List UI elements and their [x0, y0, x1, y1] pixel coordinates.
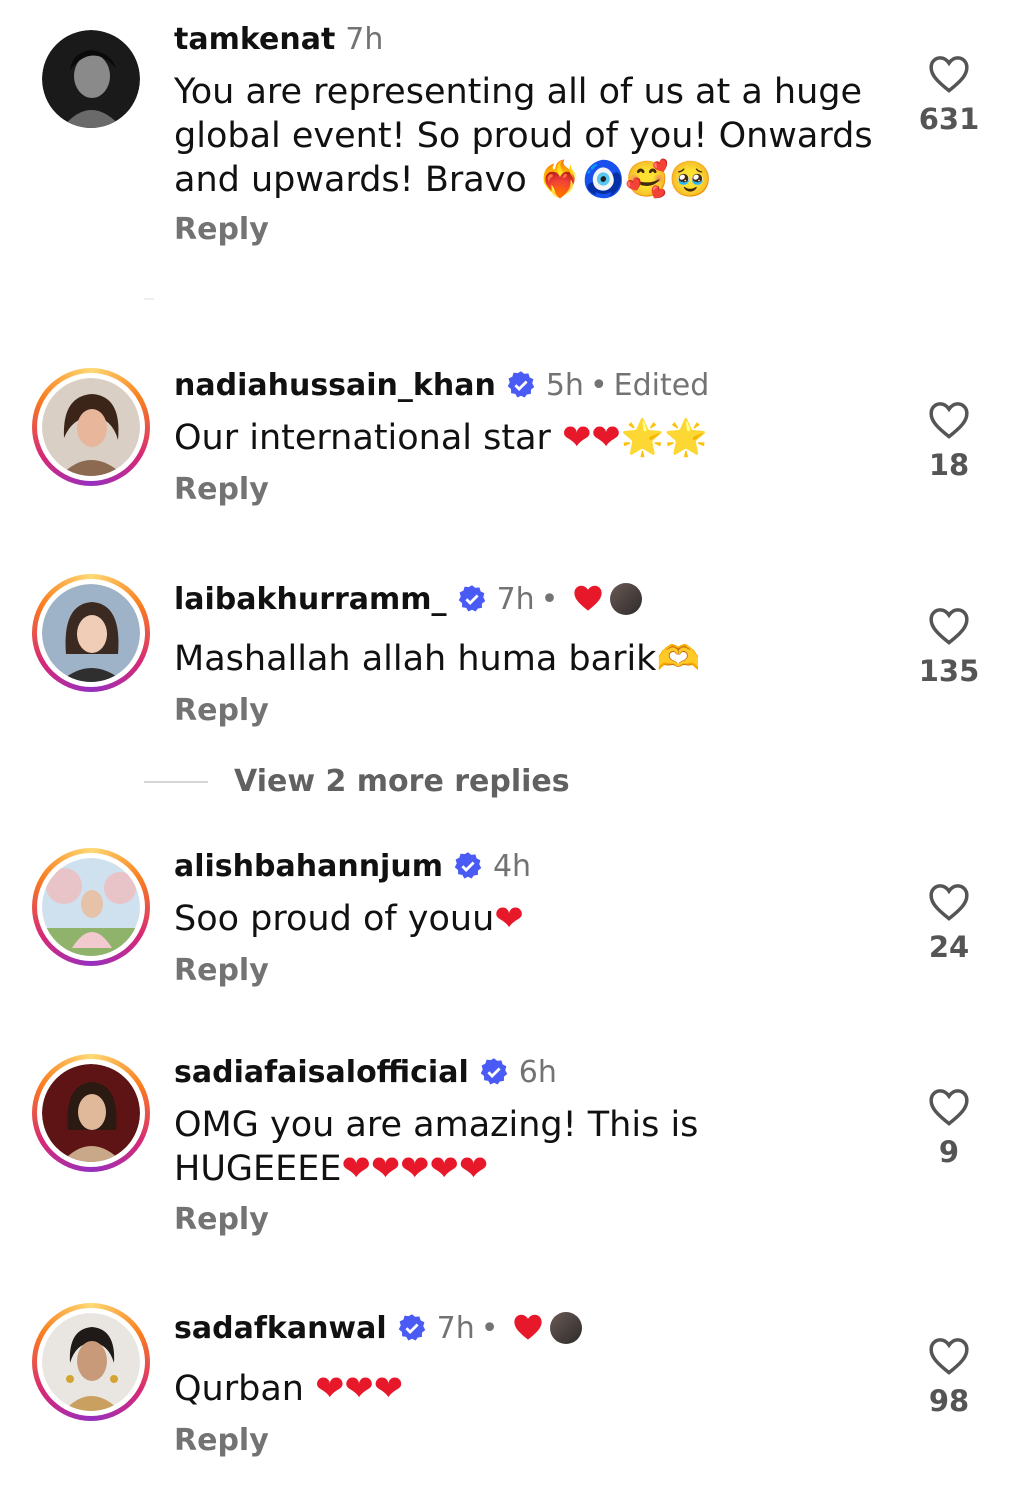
- comment-body: Mashallah allah huma barik: [174, 639, 657, 679]
- creator-avatar: [550, 1312, 583, 1344]
- avatar-image: [42, 584, 140, 682]
- avatar-image: [42, 30, 140, 128]
- comment-emoji: ❤: [494, 899, 524, 939]
- heart-outline-icon[interactable]: [928, 1336, 970, 1376]
- username[interactable]: sadiafaisalofficial: [174, 1055, 469, 1090]
- avatar[interactable]: [32, 1303, 150, 1421]
- heart-outline-icon[interactable]: [928, 882, 970, 922]
- like-count: 24: [928, 930, 970, 964]
- avatar[interactable]: [42, 30, 140, 128]
- timestamp: 7h: [436, 1311, 475, 1346]
- like-count: 18: [928, 448, 970, 482]
- avatar-image: [42, 1064, 140, 1162]
- comment-body: Our international star: [174, 418, 563, 458]
- avatar[interactable]: [32, 848, 150, 966]
- username[interactable]: nadiahussain_khan: [174, 368, 496, 403]
- reply-button[interactable]: Reply: [174, 693, 269, 728]
- edited-label: Edited: [613, 368, 710, 403]
- reply-button[interactable]: Reply: [174, 1423, 269, 1458]
- comment-meta: sadiafaisalofficial 6h: [174, 1055, 557, 1091]
- like-count: 631: [918, 102, 980, 136]
- avatar-image: [42, 858, 140, 956]
- like-control: 9: [900, 1087, 998, 1169]
- replies-divider: [144, 781, 208, 783]
- like-control: 18: [900, 400, 998, 482]
- verified-badge-icon: [458, 585, 485, 612]
- timestamp: 7h: [496, 582, 535, 617]
- comment-emoji: ❤‍🔥🧿🥰🥹: [537, 160, 713, 200]
- verified-badge-icon: [454, 852, 482, 879]
- comment-emoji: ❤❤❤: [315, 1369, 404, 1409]
- avatar-image: [42, 378, 140, 476]
- comment-text: Mashallah allah huma barik🫶: [174, 637, 874, 681]
- username[interactable]: tamkenat: [174, 22, 335, 57]
- comment-body: You are representing all of us at a huge…: [174, 72, 884, 200]
- comment-meta: alishbahannjum 4h: [174, 849, 531, 885]
- comment-text: OMG you are amazing! This is HUGEEEE❤❤❤❤…: [174, 1103, 734, 1191]
- comment-body: Qurban: [174, 1369, 316, 1409]
- heart-outline-icon[interactable]: [928, 400, 970, 440]
- separator-dot: •: [589, 368, 608, 403]
- reply-button[interactable]: Reply: [174, 1202, 269, 1237]
- avatar-image: [42, 1313, 140, 1411]
- heart-outline-icon[interactable]: [928, 606, 970, 646]
- like-count: 98: [928, 1384, 970, 1418]
- creator-liked-heart-icon: [514, 1314, 543, 1340]
- timestamp: 6h: [518, 1055, 557, 1090]
- comment-emoji: 🫶: [656, 639, 701, 679]
- like-control: 98: [900, 1336, 998, 1418]
- timestamp: 7h: [345, 22, 384, 57]
- avatar[interactable]: [32, 574, 150, 692]
- username[interactable]: laibakhurramm_: [174, 582, 447, 617]
- comment-emoji: ❤❤🌟🌟: [562, 418, 708, 458]
- verified-badge-icon: [398, 1314, 425, 1341]
- verified-badge-icon: [507, 371, 535, 398]
- like-control: 135: [900, 606, 998, 688]
- separator-dot: •: [480, 1311, 499, 1346]
- comment-meta: nadiahussain_khan 5h • Edited: [174, 368, 709, 404]
- separator-dot: •: [540, 582, 559, 617]
- timestamp: 4h: [492, 849, 532, 884]
- reply-button[interactable]: Reply: [174, 212, 269, 247]
- timestamp: 5h: [545, 368, 584, 403]
- comment-text: Our international star ❤❤🌟🌟: [174, 416, 874, 460]
- avatar[interactable]: [32, 1054, 150, 1172]
- comment-text: You are representing all of us at a huge…: [174, 70, 874, 202]
- username[interactable]: alishbahannjum: [174, 849, 443, 884]
- comment-text: Soo proud of youu❤: [174, 897, 874, 941]
- comment-meta: sadafkanwal 7h •: [174, 1311, 583, 1347]
- reply-button[interactable]: Reply: [174, 472, 269, 507]
- verified-badge-icon: [480, 1058, 507, 1085]
- heart-outline-icon[interactable]: [928, 54, 970, 94]
- reply-button[interactable]: Reply: [174, 953, 269, 988]
- avatar[interactable]: [32, 368, 150, 486]
- heart-outline-icon[interactable]: [928, 1087, 970, 1127]
- like-count: 135: [918, 654, 980, 688]
- comment-emoji: ❤❤❤❤❤: [341, 1149, 489, 1189]
- creator-liked-heart-icon: [574, 585, 602, 611]
- like-count: 9: [938, 1135, 960, 1169]
- creator-avatar: [610, 583, 643, 615]
- like-control: 631: [900, 54, 998, 136]
- comment-meta: laibakhurramm_ 7h •: [174, 582, 643, 618]
- like-control: 24: [900, 882, 998, 964]
- comment-body: Soo proud of youu: [174, 899, 495, 939]
- divider: [144, 298, 154, 300]
- comment-meta: tamkenat 7h: [174, 22, 383, 58]
- username[interactable]: sadafkanwal: [174, 1311, 387, 1346]
- view-more-replies-label[interactable]: View 2 more replies: [234, 764, 570, 799]
- comment-text: Qurban ❤❤❤: [174, 1367, 874, 1411]
